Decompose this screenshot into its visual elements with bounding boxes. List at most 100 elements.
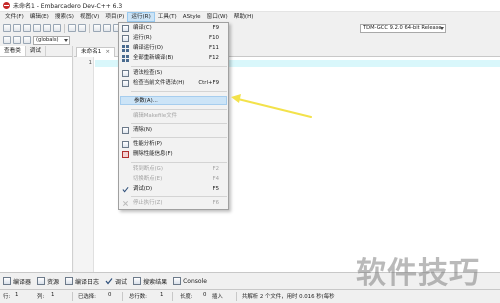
replace-icon[interactable] xyxy=(103,24,111,32)
debug-icon xyxy=(122,186,129,193)
menu-item-label: 切换断点(E) xyxy=(133,176,163,182)
menu-separator xyxy=(131,109,227,110)
new-file-icon[interactable] xyxy=(3,24,11,32)
save-icon[interactable] xyxy=(23,24,31,32)
editor-tab-label: 未命名1 xyxy=(81,49,102,55)
menu-separator xyxy=(131,162,227,163)
menu-item-shortcut: F9 xyxy=(212,25,219,31)
debug-icon xyxy=(105,278,113,285)
tab-console[interactable]: Console xyxy=(173,277,207,285)
menu-edit[interactable]: 编辑(E) xyxy=(27,12,52,22)
title-bar: 未命名1 - Embarcadero Dev-C++ 6.3 xyxy=(0,0,500,12)
menu-item-label: 性能分析(P) xyxy=(133,141,163,147)
menu-item-compile[interactable]: 编译(C) F9 xyxy=(120,24,227,33)
tab-label: 资源 xyxy=(47,278,60,286)
menu-project[interactable]: 项目(P) xyxy=(102,12,127,22)
menu-run[interactable]: 运行(R) xyxy=(127,12,155,22)
menu-item-label: 删除性能信息(F) xyxy=(133,151,173,157)
tab-label: 调试 xyxy=(115,278,128,286)
status-col-value: 1 xyxy=(51,292,55,298)
menu-item-stop-execution[interactable]: 停止执行(Z) F6 xyxy=(120,199,227,208)
menu-item-label: 停止执行(Z) xyxy=(133,200,163,206)
editor-tab-untitled1[interactable]: 未命名1 × xyxy=(76,47,116,57)
status-parse-info: 共解析 2 个文件，用时 0.016 秒(每秒 xyxy=(242,294,335,300)
menu-item-edit-makefile[interactable]: 编辑Makefile文件 xyxy=(120,112,227,121)
menu-window[interactable]: 窗口(W) xyxy=(204,12,231,22)
undo-icon[interactable] xyxy=(68,24,76,32)
menu-item-compile-run[interactable]: 编译运行(O) F11 xyxy=(120,44,227,53)
tab-search-results[interactable]: 搜索结果 xyxy=(133,277,167,286)
menu-view[interactable]: 视图(V) xyxy=(77,12,102,22)
compiler-select-value: TDM-GCC 9.2.0 64-bit Release xyxy=(363,25,442,31)
status-row-label: 行: xyxy=(3,294,11,300)
tab-debug-output[interactable]: 调试 xyxy=(105,277,127,286)
redo-icon[interactable] xyxy=(78,24,86,32)
menu-item-clean[interactable]: 清除(N) xyxy=(120,126,227,135)
compile-icon xyxy=(122,25,129,32)
line-number: 1 xyxy=(88,60,92,66)
find-icon[interactable] xyxy=(93,24,101,32)
status-total-label: 总行数: xyxy=(129,294,147,300)
menu-item-shortcut: F6 xyxy=(212,200,219,206)
toggle-bookmark-icon[interactable] xyxy=(13,36,21,44)
menu-separator xyxy=(131,196,227,197)
tab-debug[interactable]: 调试 xyxy=(26,46,46,56)
compile-log-icon xyxy=(65,277,74,285)
menu-item-delete-profile[interactable]: 删除性能信息(F) xyxy=(120,150,227,159)
profile-icon xyxy=(122,141,129,148)
menu-item-shortcut: F12 xyxy=(209,55,219,61)
toolbar-separator xyxy=(89,23,90,33)
menu-item-label: 清除(N) xyxy=(133,127,153,133)
menu-help[interactable]: 帮助(H) xyxy=(231,12,257,22)
toolbar-separator xyxy=(64,23,65,33)
menu-item-run[interactable]: 运行(R) F10 xyxy=(120,34,227,43)
goto-bookmark-icon[interactable] xyxy=(23,36,31,44)
compiler-select[interactable]: TDM-GCC 9.2.0 64-bit Release xyxy=(360,24,446,33)
menu-item-label: 检查当前文件语法(H) xyxy=(133,80,185,86)
line-gutter: 1 xyxy=(74,57,94,272)
app-logo-icon xyxy=(3,2,10,9)
close-icon[interactable]: × xyxy=(105,49,110,55)
menu-search[interactable]: 搜索(S) xyxy=(52,12,77,22)
menu-item-shortcut: F4 xyxy=(212,176,219,182)
tab-compiler[interactable]: 编译器 xyxy=(3,277,31,286)
status-divider xyxy=(122,292,123,301)
tab-compile-log[interactable]: 编译日志 xyxy=(65,277,99,286)
menu-separator xyxy=(131,66,227,67)
menu-item-label: 语法检查(S) xyxy=(133,70,163,76)
menu-item-shortcut: F5 xyxy=(212,186,219,192)
tab-label: 编译日志 xyxy=(75,278,100,286)
scope-select[interactable]: (globals) xyxy=(33,35,70,45)
menu-item-goto-breakpoint[interactable]: 转到断点(G) F2 xyxy=(120,165,227,174)
print-icon[interactable] xyxy=(53,24,61,32)
menu-file[interactable]: 文件(F) xyxy=(2,12,27,22)
tab-label: 编译器 xyxy=(13,278,32,286)
open-file-icon[interactable] xyxy=(13,24,21,32)
menu-item-label: 编译运行(O) xyxy=(133,45,164,51)
menu-item-label: 参数(A)... xyxy=(134,98,158,104)
menu-separator xyxy=(131,91,227,92)
save-all-icon[interactable] xyxy=(33,24,41,32)
menu-item-syntax-check[interactable]: 语法检查(S) xyxy=(120,69,227,78)
menu-item-shortcut: F11 xyxy=(209,45,219,51)
status-selected-label: 已选择: xyxy=(78,294,96,300)
menu-item-syntax-check-file[interactable]: 检查当前文件语法(H) Ctrl+F9 xyxy=(120,79,227,88)
menu-item-debug[interactable]: 调试(D) F5 xyxy=(120,185,227,194)
compile-run-icon xyxy=(122,45,129,52)
rebuild-icon xyxy=(122,55,129,62)
menu-item-profile[interactable]: 性能分析(P) xyxy=(120,140,227,149)
menu-item-parameters[interactable]: 参数(A)... xyxy=(120,96,227,105)
status-col-label: 列: xyxy=(37,294,45,300)
close-file-icon[interactable] xyxy=(43,24,51,32)
menu-item-toggle-breakpoint[interactable]: 切换断点(E) F4 xyxy=(120,175,227,184)
menu-tools[interactable]: 工具(T) xyxy=(155,12,180,22)
menu-astyle[interactable]: AStyle xyxy=(180,12,204,22)
chevron-down-icon xyxy=(440,27,444,30)
menu-item-rebuild-all[interactable]: 全部重新编译(B) F12 xyxy=(120,54,227,63)
tab-resources[interactable]: 资源 xyxy=(37,277,59,286)
syntax-check-file-icon xyxy=(122,80,129,87)
insert-icon[interactable] xyxy=(3,36,11,44)
status-row-value: 1 xyxy=(15,292,19,298)
tab-class-browser[interactable]: 查看类 xyxy=(0,46,26,56)
menu-item-shortcut: Ctrl+F9 xyxy=(198,80,219,86)
